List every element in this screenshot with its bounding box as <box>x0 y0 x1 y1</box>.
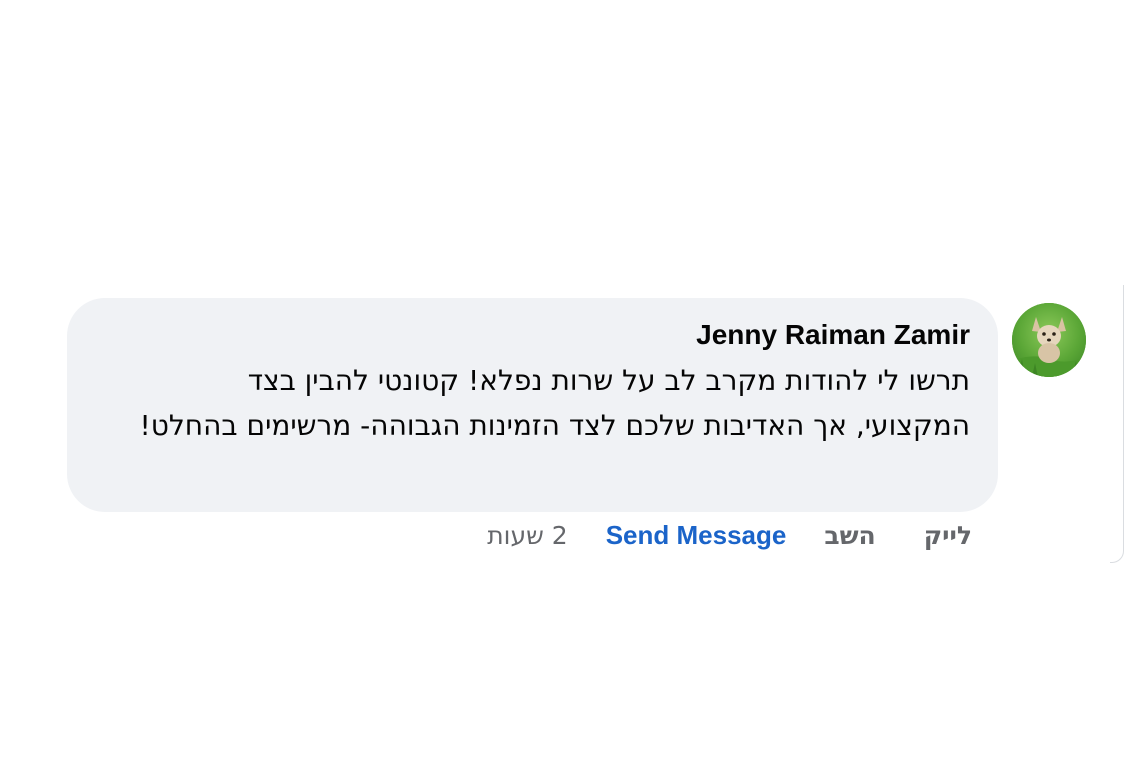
reply-button[interactable]: השב <box>824 521 875 550</box>
comment-screenshot: Jenny Raiman Zamir תרשו לי להודות מקרב ל… <box>0 0 1125 768</box>
send-message-button[interactable]: Send Message <box>606 520 787 551</box>
comment-author[interactable]: Jenny Raiman Zamir <box>127 317 970 353</box>
thread-border <box>1110 285 1124 563</box>
like-button[interactable]: לייק <box>924 521 972 550</box>
avatar[interactable] <box>1012 303 1086 377</box>
comment-bubble: Jenny Raiman Zamir תרשו לי להודות מקרב ל… <box>67 298 998 512</box>
comment-actions: לייק השב Send Message 2 שעות <box>470 515 972 555</box>
comment-text: תרשו לי להודות מקרב לב על שרות נפלא! קטו… <box>139 364 970 442</box>
dog-avatar-icon <box>1012 303 1086 377</box>
comment-timestamp[interactable]: 2 שעות <box>487 521 567 550</box>
